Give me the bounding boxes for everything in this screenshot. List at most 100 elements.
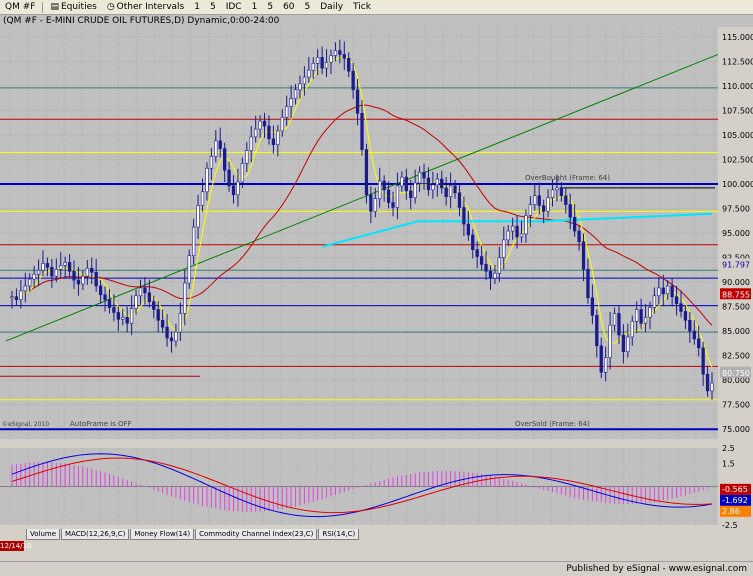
candle-body xyxy=(581,241,586,270)
symbol-box[interactable]: QM #F xyxy=(2,1,38,14)
candle-body xyxy=(72,270,76,281)
candle-body xyxy=(404,176,408,192)
price-marker-label: 80.750 xyxy=(722,369,750,378)
candle-body xyxy=(81,275,85,285)
other-intervals-menu[interactable]: ◷ Other Intervals xyxy=(104,1,187,14)
interval-1[interactable]: 1 xyxy=(249,1,261,14)
candle-body xyxy=(643,317,648,324)
interval-5b[interactable]: 5 xyxy=(302,1,314,14)
candle-body xyxy=(382,180,386,191)
y-tick-label: 102.500 xyxy=(722,155,753,164)
price-chart[interactable]: 115.000 112.500 110.000 107.500 105.000 102.5… xyxy=(0,27,753,529)
candle-body xyxy=(674,296,679,304)
interval-60[interactable]: 60 xyxy=(280,1,297,14)
tab-volume[interactable]: Volume xyxy=(26,529,61,540)
candle-body xyxy=(683,311,688,321)
macd-marker-label: -1.692 xyxy=(722,496,748,505)
candle-body xyxy=(45,263,50,268)
candle-body xyxy=(635,309,639,322)
y-tick-label: 110.000 xyxy=(722,82,753,91)
candle-body xyxy=(107,299,112,308)
footer: Published by eSignal - www.esignal.com xyxy=(0,561,753,575)
candle-body xyxy=(351,70,355,91)
candle-body xyxy=(369,194,373,212)
tab-rsi[interactable]: RSI(14,C) xyxy=(318,529,360,540)
other-intervals-label: Other Intervals xyxy=(116,2,185,12)
candle-body xyxy=(116,312,120,320)
candle-body xyxy=(697,338,701,349)
candle-body xyxy=(129,308,134,324)
candle-body xyxy=(165,326,169,339)
candle-body xyxy=(94,271,98,287)
candle-body xyxy=(152,301,156,310)
interval-tick[interactable]: Tick xyxy=(350,1,374,14)
candle-body xyxy=(493,272,497,279)
candle-body xyxy=(679,303,683,312)
candle-body xyxy=(710,382,714,392)
candle-body xyxy=(670,285,674,298)
y-tick-label: 77.500 xyxy=(722,401,750,410)
candle-body xyxy=(355,89,360,114)
candle-body xyxy=(267,125,271,140)
candle-body xyxy=(347,58,351,72)
candle-body xyxy=(701,347,705,375)
copyright-label: ©eSignal, 2010 xyxy=(2,421,49,428)
candle-body xyxy=(471,234,475,250)
candle-body xyxy=(311,62,315,71)
candle-body xyxy=(245,150,249,164)
candle-body xyxy=(209,156,214,169)
candle-body xyxy=(254,128,258,138)
candle-body xyxy=(448,185,453,198)
candle-body xyxy=(661,287,665,295)
candle-body xyxy=(599,345,603,373)
tab-cci[interactable]: Commodity Channel Index(23,C) xyxy=(195,529,318,540)
candle-body xyxy=(705,373,710,392)
candle-body xyxy=(479,256,484,265)
candle-body xyxy=(302,76,307,85)
tab-macd[interactable]: MACD(12,26,9,C) xyxy=(61,529,130,540)
candle-body xyxy=(316,57,320,64)
candle-body xyxy=(63,262,67,266)
candle-body xyxy=(484,264,488,272)
candle-body xyxy=(59,265,63,270)
candle-body xyxy=(324,62,329,69)
candle-body xyxy=(205,167,209,193)
equities-menu[interactable]: ▤ Equities xyxy=(47,1,99,14)
candle-body xyxy=(90,268,94,273)
candle-body xyxy=(639,309,643,324)
candle-body xyxy=(98,285,103,296)
candle-body xyxy=(590,297,595,316)
candle-body xyxy=(227,169,231,187)
candle-body xyxy=(307,69,311,78)
price-marker-label: 91.797 xyxy=(722,260,750,269)
candle-body xyxy=(236,181,240,196)
overbought-label: OverBought (Frame: 64) xyxy=(525,174,610,182)
y-tick-label: 90.000 xyxy=(722,278,750,287)
interval-1min[interactable]: 1 xyxy=(191,1,203,14)
interval-5[interactable]: 5 xyxy=(264,1,276,14)
candle-body xyxy=(138,287,143,297)
candle-body xyxy=(400,176,404,187)
candle-body xyxy=(36,269,41,275)
candle-body xyxy=(338,50,342,55)
candle-body xyxy=(533,195,537,205)
tab-money-flow[interactable]: Money Flow(14) xyxy=(130,529,195,540)
candle-body xyxy=(85,268,89,277)
candle-body xyxy=(510,225,515,232)
candle-body xyxy=(329,55,333,63)
y-tick-label: 87.500 xyxy=(722,303,750,312)
y-tick-label: 112.500 xyxy=(722,57,753,66)
interval-idc[interactable]: IDC xyxy=(223,1,245,14)
candle-body xyxy=(276,130,280,146)
interval-5min[interactable]: 5 xyxy=(207,1,219,14)
candle-body xyxy=(143,287,147,294)
candle-body xyxy=(528,204,532,216)
candle-body xyxy=(537,195,541,206)
candle-body xyxy=(262,120,267,127)
candle-body xyxy=(617,313,621,336)
candle-body xyxy=(147,292,151,302)
candle-body xyxy=(125,317,129,324)
candle-body xyxy=(386,189,391,203)
candle-body xyxy=(666,285,670,295)
interval-daily[interactable]: Daily xyxy=(317,1,346,14)
